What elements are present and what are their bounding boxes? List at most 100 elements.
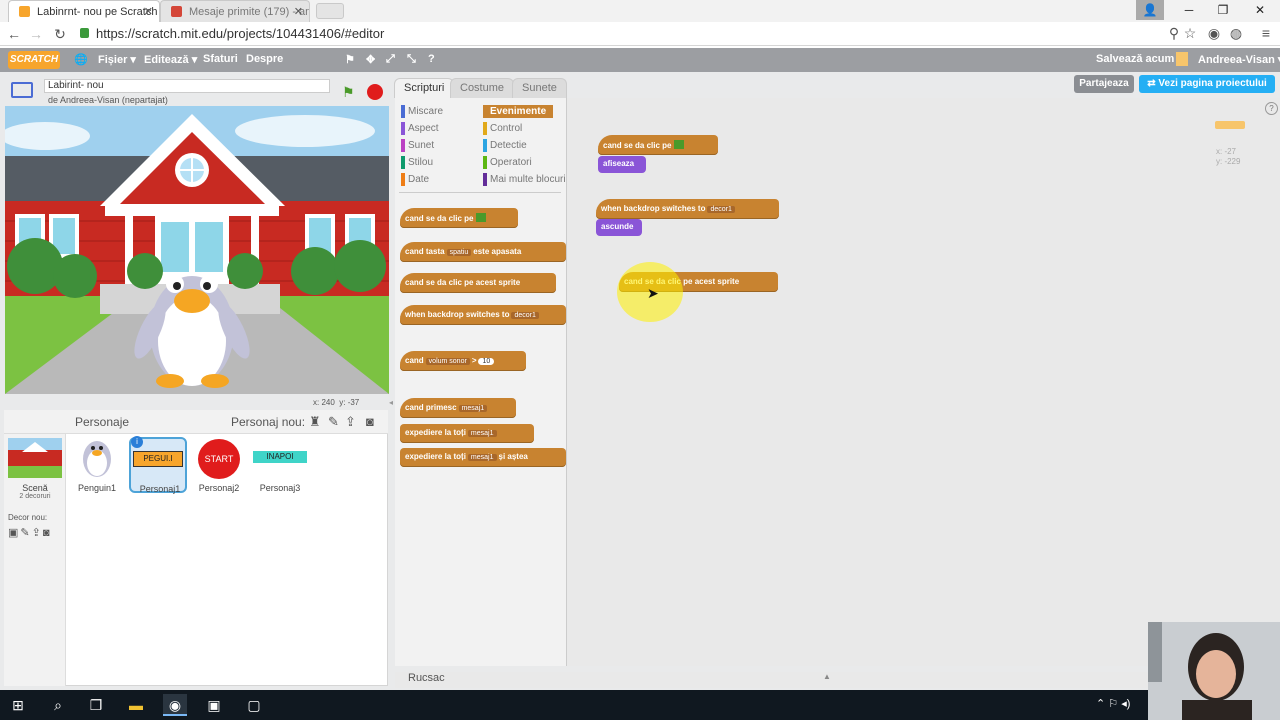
block-when-loudness[interactable]: cand volum sonor >10 [400, 351, 526, 371]
green-flag-icon [476, 213, 487, 222]
help-question-icon[interactable]: ? [1265, 102, 1278, 115]
new-tab-button[interactable] [316, 3, 344, 19]
category-operators[interactable]: Operatori [483, 156, 532, 169]
stop-sign-icon[interactable] [367, 84, 383, 100]
camera-sprite-icon[interactable]: ◙ [366, 414, 374, 429]
script-when-flag-clicked[interactable]: cand se da clic pe [598, 135, 718, 155]
tab-title: Labinrnt- nou pe Scratch [37, 6, 158, 18]
stage-canvas[interactable] [5, 106, 389, 394]
close-tab-icon[interactable]: ✕ [294, 5, 303, 18]
category-motion[interactable]: Miscare [401, 105, 443, 118]
backpack-bar[interactable]: Rucsac ▲ [395, 672, 1148, 688]
stage-thumbnail[interactable] [8, 438, 62, 478]
grow-tool-icon[interactable]: ⤢ [386, 53, 395, 66]
menu-about[interactable]: Despre [246, 53, 283, 65]
category-sensing[interactable]: Detectie [483, 139, 527, 152]
app-taskbar-icon[interactable]: ▢ [242, 694, 266, 716]
bookmark-star-icon[interactable]: ☆ [1180, 25, 1200, 42]
category-events-active[interactable]: Evenimente [483, 105, 553, 118]
back-arrow-icon[interactable]: ← [4, 26, 24, 42]
category-sound[interactable]: Sunet [401, 139, 434, 152]
new-sprite-label: Personaj nou: [231, 415, 306, 429]
category-more-blocks[interactable]: Mai multe blocuri [483, 173, 566, 186]
delete-tool-icon[interactable]: ✥ [366, 53, 375, 66]
user-menu[interactable]: Andreea-Visan ▾ [1198, 53, 1280, 66]
user-profile-icon[interactable]: 👤 [1136, 0, 1164, 20]
tab-scripts[interactable]: Scripturi [394, 78, 455, 98]
close-tab-icon[interactable]: ✕ [144, 5, 153, 18]
help-icon[interactable]: ? [428, 53, 435, 65]
extension-icon[interactable]: ◉ [1204, 25, 1224, 42]
globe-icon[interactable]: 🌐 [74, 53, 88, 66]
chrome-taskbar-icon[interactable]: ◉ [163, 694, 187, 716]
see-page-icon: ⇄ [1147, 78, 1159, 89]
new-backdrop-label: Decor nou: [8, 513, 48, 522]
shrink-tool-icon[interactable]: ⤡ [407, 53, 416, 66]
forward-arrow-icon[interactable]: → [26, 26, 46, 42]
menu-edit[interactable]: Editează ▾ [144, 53, 197, 66]
sprite-penguin1[interactable]: Penguin1 [68, 437, 126, 493]
sprite-info-icon[interactable]: i [131, 436, 143, 448]
scripts-area[interactable] [567, 98, 1280, 666]
share-button[interactable]: Partajeaza [1074, 75, 1134, 93]
paint-sprite-icon[interactable]: ✎ [328, 414, 339, 430]
script-when-backdrop-switches[interactable]: when backdrop switches to decor1 [596, 199, 779, 219]
presentation-mode-icon[interactable] [11, 82, 33, 98]
reload-icon[interactable]: ↻ [50, 26, 70, 43]
sprite-personaj2[interactable]: START Personaj2 [190, 437, 248, 493]
block-when-flag-clicked[interactable]: cand se da clic pe [400, 208, 518, 228]
sprite-personaj3[interactable]: INAPOI Personaj3 [251, 437, 309, 493]
minimize-window-button[interactable]: ─ [1172, 0, 1206, 20]
restore-window-button[interactable]: ❐ [1206, 0, 1240, 20]
scratch-logo[interactable]: SCRATCH [8, 51, 60, 69]
script-show-block[interactable]: afiseaza [598, 156, 646, 173]
tab-sounds[interactable]: Sunete [512, 78, 567, 98]
sprite-thumb: START [198, 439, 240, 479]
store-icon[interactable]: ▣ [202, 694, 226, 716]
chrome-menu-icon[interactable]: ≡ [1256, 25, 1276, 41]
project-title-input[interactable]: Labirint- nou [44, 79, 330, 93]
block-when-sprite-clicked[interactable]: cand se da clic pe acest sprite [400, 273, 556, 293]
menu-tips[interactable]: Sfaturi [203, 53, 238, 65]
task-view-icon[interactable]: ❐ [84, 694, 108, 716]
duplicate-tool-icon[interactable]: ⚑ [345, 53, 355, 66]
search-icon[interactable]: ⌕ [46, 694, 70, 716]
windows-start-icon[interactable]: ⊞ [6, 694, 30, 716]
stage-backdrop-school [5, 106, 389, 394]
extension2-icon[interactable]: ◍ [1226, 25, 1246, 42]
backpack-label: Rucsac [408, 672, 445, 684]
category-control[interactable]: Control [483, 122, 522, 135]
new-backdrop-tools-icon[interactable]: ▣✎⇪◙ [8, 526, 51, 539]
stage-collapse-icon[interactable]: ◂ [389, 398, 393, 407]
block-when-key-pressed[interactable]: cand tasta spatiu este apasata [400, 242, 566, 262]
menu-file[interactable]: Fișier ▾ [98, 53, 136, 66]
tray-icons[interactable]: ⌃ ⚐ ◂) [1096, 697, 1130, 710]
block-broadcast-and-wait[interactable]: expediere la toți mesaj1 și aștea [400, 448, 566, 467]
block-broadcast[interactable]: expediere la toți mesaj1 [400, 424, 534, 443]
script-hide-block[interactable]: ascunde [596, 219, 642, 236]
close-window-button[interactable]: ✕ [1243, 0, 1277, 20]
script-coord-x: x: -27 [1216, 147, 1237, 156]
see-project-page-button[interactable]: ⇄ Vezi pagina proiectului [1139, 75, 1275, 93]
upload-sprite-icon[interactable]: ⇪ [345, 414, 356, 430]
url-field[interactable]: https://scratch.mit.edu/projects/1044314… [78, 25, 1160, 43]
block-when-backdrop-switches[interactable]: when backdrop switches to decor1 [400, 305, 566, 325]
category-looks[interactable]: Aspect [401, 122, 439, 135]
tab-costumes[interactable]: Costume [450, 78, 515, 98]
green-flag-icon [674, 140, 685, 149]
block-when-i-receive[interactable]: cand primesc mesaj1 [400, 398, 516, 418]
category-pen[interactable]: Stilou [401, 156, 433, 169]
green-flag-icon[interactable]: ⚑ [342, 84, 355, 101]
sprite-name: Penguin1 [77, 483, 117, 493]
sprite-library-icon[interactable]: ♜ [309, 414, 321, 430]
user-avatar[interactable] [1176, 52, 1188, 66]
file-explorer-icon[interactable]: ▬ [124, 694, 148, 716]
webcam-overlay [1148, 622, 1280, 720]
expand-arrow-icon: ▲ [823, 672, 831, 681]
save-now-button[interactable]: Salvează acum [1096, 53, 1174, 65]
browser-tab-scratch[interactable]: Labinrnt- nou pe Scratch ✕ [8, 0, 160, 22]
category-data[interactable]: Date [401, 173, 429, 186]
stage-label: Scenă [22, 483, 48, 493]
browser-tab-gmail[interactable]: Mesaje primite (179) - an ✕ [160, 0, 310, 22]
sprite-personaj1-selected[interactable]: PEGUI.I i Personaj1 [129, 436, 187, 494]
